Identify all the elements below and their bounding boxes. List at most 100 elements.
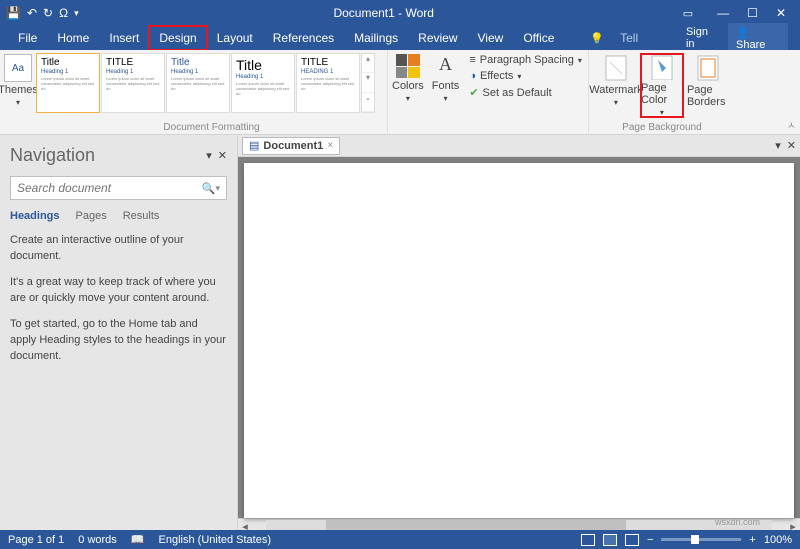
style-heading: Heading 1 [41,69,95,75]
tab-mailings[interactable]: Mailings [344,26,408,50]
paragraph-spacing-icon: ≡ [469,54,475,66]
doctab-close-all-icon[interactable]: ✕ [787,139,796,152]
page-borders-button[interactable]: Page Borders [687,54,729,117]
status-words[interactable]: 0 words [78,534,117,546]
symbol-icon[interactable]: Ω [59,6,68,20]
page-borders-label: Page Borders [687,84,729,108]
tell-me-search[interactable]: Tell me... [610,26,676,50]
nav-menu-icon[interactable]: ▾ [206,149,212,162]
group-label: Page Background [622,122,702,133]
save-icon[interactable]: 💾 [6,6,21,20]
style-title: TITLE [106,57,160,68]
colors-label: Colors [392,80,424,92]
lightbulb-icon: 💡 [590,32,604,45]
style-card[interactable]: TITLE HEADING 1 Lorem ipsum dolor sit am… [296,53,360,113]
tab-home[interactable]: Home [47,26,99,50]
status-language[interactable]: English (United States) [159,534,272,546]
status-proofing-icon[interactable]: 📖 [131,533,145,546]
share-button[interactable]: 👤 Share [728,23,788,54]
watermark-button[interactable]: Watermark ▾ [595,54,637,117]
group-label: Document Formatting [163,122,259,133]
tab-insert[interactable]: Insert [99,26,149,50]
document-tab[interactable]: ▤ Document1 × [242,137,340,155]
formatting-options-group: ≡Paragraph Spacing ▾ ◑Effects ▾ ✔Set as … [463,50,589,135]
tab-review[interactable]: Review [408,26,467,50]
undo-icon[interactable]: ↶ [27,6,37,20]
style-title: Title [236,57,290,73]
nav-tab-headings[interactable]: Headings [10,210,60,222]
effects-label: Effects [480,70,513,82]
redo-icon[interactable]: ↻ [43,6,53,20]
colors-button[interactable]: Colors ▾ [388,50,428,121]
tab-design[interactable]: Design [149,26,206,50]
themes-icon: Aa [4,54,32,82]
set-default-button[interactable]: ✔Set as Default [469,86,582,99]
style-body: Lorem ipsum dolor sit amet consectetur a… [171,76,225,91]
gallery-down-icon[interactable]: ▾ [362,73,374,92]
zoom-in-icon[interactable]: + [749,534,755,546]
nav-tab-results[interactable]: Results [123,210,160,222]
tab-view[interactable]: View [468,26,514,50]
minimize-button[interactable]: — [717,6,729,20]
style-heading: Heading 1 [106,69,160,75]
navigation-tabs: Headings Pages Results [10,210,227,222]
page-view[interactable] [238,157,800,518]
ribbon-options-icon[interactable]: ▭ [683,7,693,20]
page-color-button[interactable]: Page Color ▾ [641,54,683,117]
style-card[interactable]: Title Heading 1 Lorem ipsum dolor sit am… [231,53,295,113]
tab-layout[interactable]: Layout [207,26,263,50]
close-button[interactable]: ✕ [776,6,786,20]
close-tab-icon[interactable]: × [327,140,333,151]
collapse-ribbon-icon[interactable]: ㅅ [787,117,796,132]
fonts-label: Fonts [432,80,460,92]
style-body: Lorem ipsum dolor sit amet consectetur a… [301,76,355,91]
themes-group: Aa Themes ▾ [0,50,36,135]
tab-office-tab[interactable]: Office Tab [513,26,584,50]
style-card[interactable]: Title Heading 1 Lorem ipsum dolor sit am… [166,53,230,113]
style-gallery[interactable]: Title Heading 1 Lorem ipsum dolor sit am… [36,50,361,116]
nav-tab-pages[interactable]: Pages [76,210,107,222]
style-heading: HEADING 1 [301,69,355,75]
read-mode-icon[interactable] [581,534,595,546]
style-card[interactable]: TITLE Heading 1 Lorem ipsum dolor sit am… [101,53,165,113]
site-watermark: wsxdn.com [715,517,760,527]
nav-close-icon[interactable]: ✕ [218,149,227,162]
gallery-more-icon[interactable]: ⌄ [362,93,374,112]
status-page[interactable]: Page 1 of 1 [8,534,64,546]
search-input[interactable] [17,181,202,195]
fonts-button[interactable]: A Fonts ▾ [428,50,464,121]
document-tab-label: Document1 [263,140,323,152]
tab-file[interactable]: File [8,26,47,50]
fonts-icon: A [435,54,457,78]
qat-more-icon[interactable]: ▾ [74,8,79,19]
navigation-pane: Navigation ▾ ✕ 🔍 ▾ Headings Pages Result… [0,135,238,534]
chevron-down-icon: ▾ [444,94,448,103]
zoom-slider[interactable] [661,538,741,541]
page-color-label: Page Color [641,82,683,106]
style-card[interactable]: Title Heading 1 Lorem ipsum dolor sit am… [36,53,100,113]
zoom-thumb[interactable] [691,535,699,544]
ribbon: Aa Themes ▾ Title Heading 1 Lorem ipsum … [0,50,800,135]
search-menu-icon[interactable]: ▾ [215,183,220,194]
search-document-box[interactable]: 🔍 ▾ [10,176,227,200]
themes-button[interactable]: Aa Themes ▾ [0,50,36,121]
zoom-out-icon[interactable]: − [647,534,653,546]
maximize-button[interactable]: ☐ [747,6,758,20]
gallery-scroll[interactable]: ▴ ▾ ⌄ [361,53,375,113]
sign-in-link[interactable]: Sign in [676,26,728,50]
zoom-level[interactable]: 100% [764,534,792,546]
print-layout-icon[interactable] [603,534,617,546]
web-layout-icon[interactable] [625,534,639,546]
chevron-down-icon: ▾ [517,72,521,81]
effects-button[interactable]: ◑Effects ▾ [469,70,582,82]
ribbon-tabs: File Home Insert Design Layout Reference… [0,26,800,50]
document-page[interactable] [244,163,794,518]
gallery-up-icon[interactable]: ▴ [362,54,374,73]
style-body: Lorem ipsum dolor sit amet consectetur a… [106,76,160,91]
window-controls: — ☐ ✕ [703,6,800,20]
tab-references[interactable]: References [263,26,344,50]
doctab-menu-icon[interactable]: ▾ [775,139,781,152]
paragraph-spacing-button[interactable]: ≡Paragraph Spacing ▾ [469,54,582,66]
chevron-down-icon: ▾ [614,98,618,107]
search-icon[interactable]: 🔍 [202,182,216,195]
